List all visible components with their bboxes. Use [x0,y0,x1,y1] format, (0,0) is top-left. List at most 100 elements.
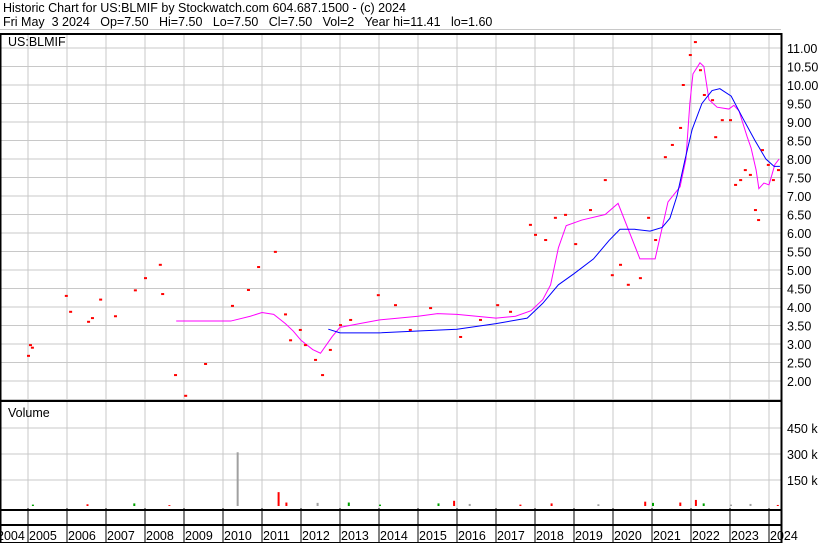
price-point [638,277,642,280]
year-label: 2014 [380,529,408,543]
price-tick-label: 10.00 [787,79,818,93]
volume-bar [347,502,350,506]
price-point [376,294,380,297]
price-tick-label: 6.50 [787,209,811,223]
price-point [610,274,614,277]
year-label: 2004 [0,529,25,543]
volume-bar [694,499,697,506]
volume-bar [679,502,682,506]
year-label: 2019 [575,529,603,543]
price-tick-label: 10.50 [787,61,818,75]
year-label: 2020 [614,529,642,543]
volume-label: Volume [8,406,50,420]
volume-bar [86,504,89,506]
price-tick-label: 7.50 [787,172,811,186]
price-point [174,374,178,377]
volume-bar [437,503,440,506]
price-point [739,179,743,182]
price-point [574,243,578,246]
year-label: 2016 [458,529,486,543]
price-point [113,315,117,318]
year-label: 2022 [692,529,720,543]
volume-bar [236,452,239,506]
price-tick-label: 11.00 [787,42,817,56]
price-point [729,119,732,122]
price-point [289,339,293,342]
volume-bar [702,503,705,506]
volume-bar [133,503,136,506]
volume-bar [550,503,553,506]
price-point [711,99,715,102]
price-point [64,294,68,297]
volume-bar [379,504,381,506]
price-point [553,216,557,219]
price-tick-label: 9.50 [787,98,811,112]
price-point [771,179,775,182]
year-label: 2008 [146,529,174,543]
volume-bar [597,504,600,506]
price-point [670,143,674,146]
price-point [663,156,667,159]
price-point [776,169,780,172]
price-point [757,219,761,222]
price-point [698,69,702,72]
price-point [588,209,592,212]
volume-bar [776,504,779,506]
volume-bar [468,503,471,506]
volume-tick-label: 150 k [787,474,818,488]
price-point [509,310,513,313]
price-point [303,344,307,347]
price-point [619,263,623,266]
price-point [702,93,706,96]
price-point [459,335,463,338]
price-point [204,362,208,365]
long-ma-line [328,88,780,334]
volume-tick-label: 300 k [787,448,818,462]
symbol-label: US:BLMIF [8,35,66,49]
price-point [144,277,147,280]
volume-bar [519,504,522,506]
year-label: 2021 [653,529,681,543]
price-tick-label: 7.00 [787,190,811,204]
price-point [693,41,697,44]
price-point [429,307,433,310]
price-point [528,223,532,226]
volume-bar [31,504,34,506]
year-label: 2023 [731,529,759,543]
price-point [654,239,658,242]
volume-bar [277,492,280,506]
price-point [161,293,165,296]
price-point [496,304,500,307]
price-point [679,126,683,129]
price-point [564,213,568,216]
price-tick-label: 5.50 [787,246,811,260]
axes: 11.00 10.50 10.00 9.50 9.00 8.50 8.00 7.50 7.00 6… [0,42,818,543]
price-tick-label: 9.00 [787,116,811,130]
chart-canvas: 11.00 10.50 10.00 9.50 9.00 8.50 8.00 7.50 7.00 6… [0,29,818,543]
price-point [28,344,32,347]
price-tick-label: 3.50 [787,320,811,334]
price-point [90,317,94,320]
price-point [603,179,607,182]
price-point [748,173,752,176]
price-tick-label: 2.50 [787,357,811,371]
price-point [230,304,234,307]
price-point [349,318,353,321]
year-label: 2015 [419,529,447,543]
year-label: 2009 [185,529,213,543]
price-tick-label: 5.00 [787,264,811,278]
volume-bar [644,501,647,506]
price-point [328,348,332,351]
price-point [743,169,747,172]
price-point [544,239,548,242]
volume-bar [652,502,654,506]
price-point [479,318,483,321]
price-point [87,320,91,323]
year-label: 2011 [263,529,290,543]
volume-bar [285,502,288,506]
price-point [339,324,342,327]
price-point [314,358,318,361]
price-point [69,310,73,313]
volume-bar [453,500,456,506]
price-point [133,289,137,292]
